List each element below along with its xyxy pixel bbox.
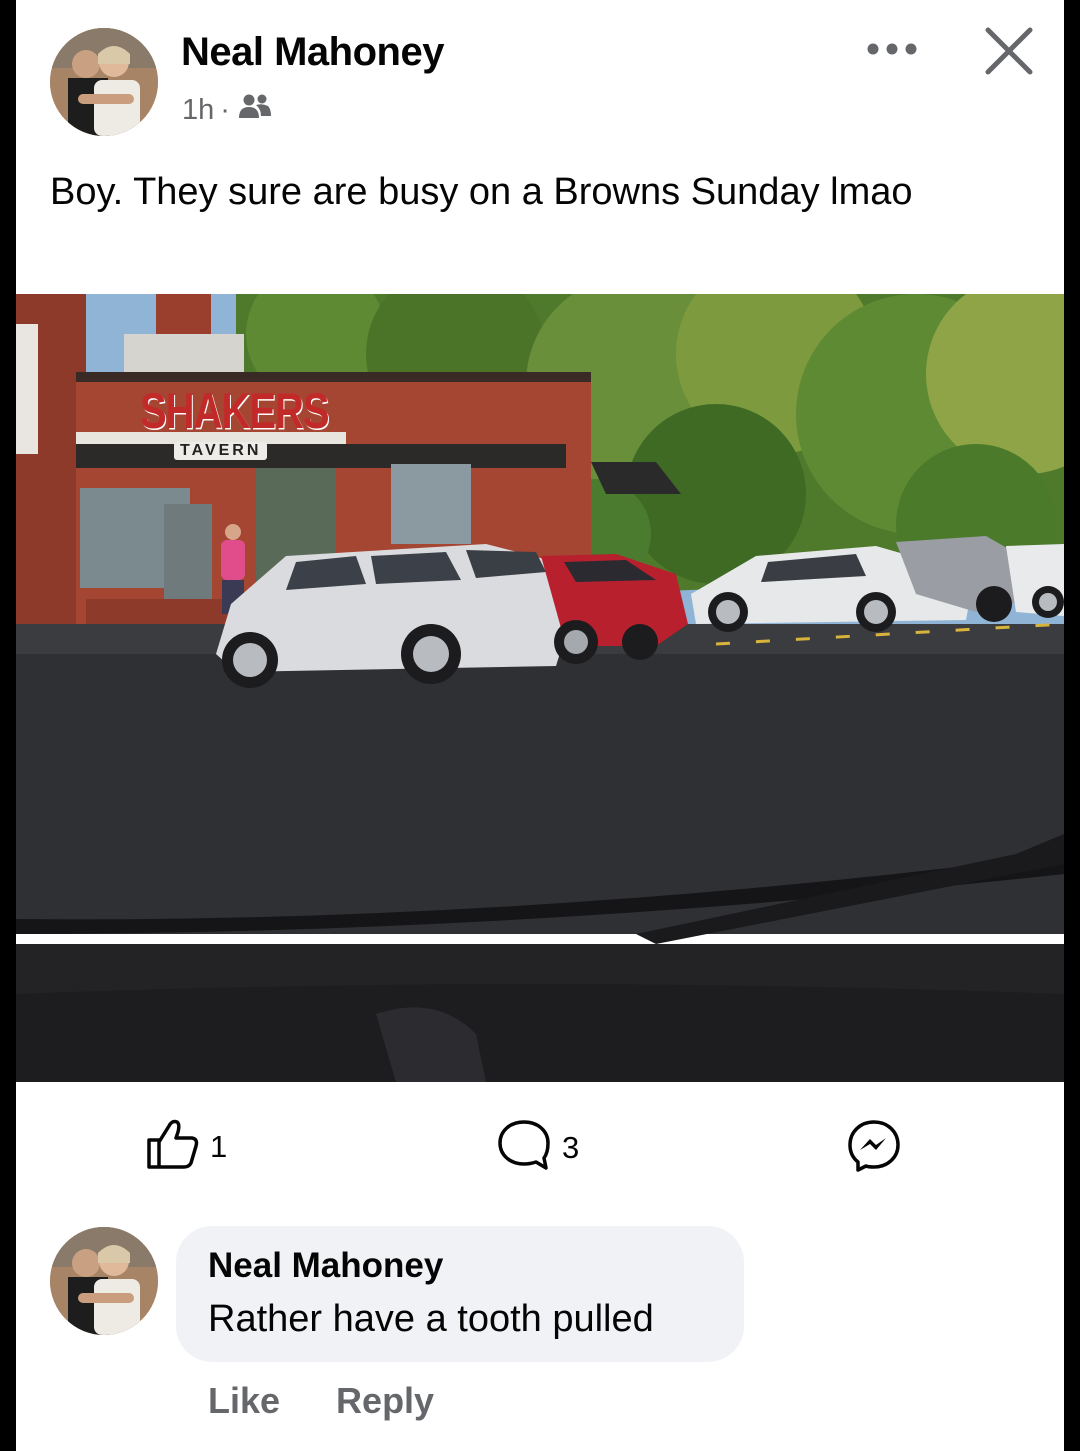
sign-shakers: SHAKERS [140, 384, 330, 440]
meta-separator: · [220, 93, 230, 126]
comment-actions: Like Reply [208, 1380, 434, 1422]
comment-count: 3 [562, 1129, 580, 1165]
comment-author-name[interactable]: Neal Mahoney [208, 1246, 443, 1286]
friends-icon [238, 92, 272, 128]
messenger-icon [846, 1118, 902, 1179]
comment-bubble-icon [496, 1118, 552, 1177]
post-text: Boy. They sure are busy on a Browns Sund… [50, 171, 913, 213]
post-card: Neal Mahoney 1h · Boy. They sure are bus… [16, 0, 1064, 1451]
commenter-avatar[interactable] [50, 1227, 158, 1335]
author-avatar[interactable] [50, 28, 158, 136]
like-count: 1 [210, 1128, 228, 1164]
post-meta: 1h · [182, 92, 272, 128]
post-author-name[interactable]: Neal Mahoney [181, 30, 444, 75]
comment-bubble: Neal Mahoney Rather have a tooth pulled [176, 1226, 744, 1362]
thumbs-up-icon [146, 1118, 200, 1175]
comment-button[interactable]: 3 [496, 1118, 579, 1177]
close-icon[interactable] [982, 24, 1036, 78]
comment-reply-button[interactable]: Reply [336, 1380, 434, 1422]
comment-like-button[interactable]: Like [208, 1380, 280, 1422]
more-options-icon[interactable] [864, 36, 920, 62]
comment-text: Rather have a tooth pulled [208, 1298, 654, 1340]
post-action-bar: 1 3 [16, 1100, 1064, 1190]
post-photo[interactable]: SHAKERS TAVERN [16, 294, 1064, 1082]
like-button[interactable]: 1 [146, 1118, 227, 1175]
sign-tavern: TAVERN [174, 442, 268, 460]
post-time[interactable]: 1h [182, 94, 214, 127]
send-messenger-button[interactable] [846, 1118, 902, 1179]
